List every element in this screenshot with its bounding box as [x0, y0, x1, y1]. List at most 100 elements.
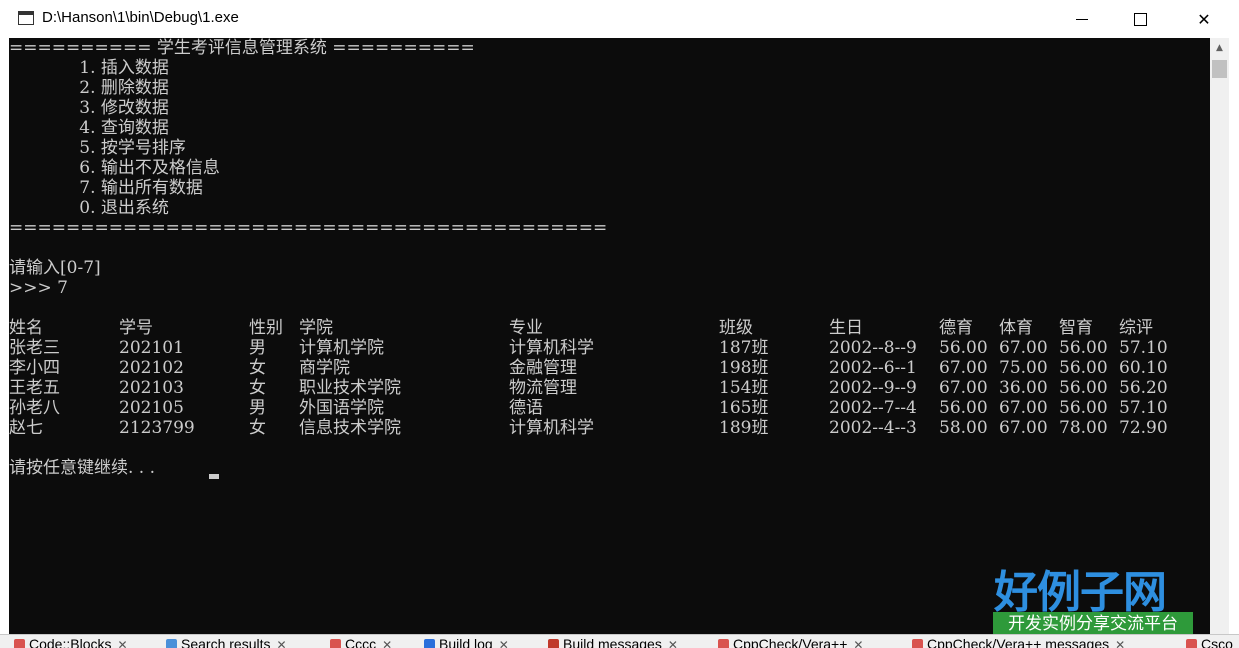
table-cell: 56.00 [1059, 358, 1108, 378]
table-cell: 202105 [119, 398, 184, 418]
table-cell: 57.10 [1119, 398, 1168, 418]
table-cell: 职业技术学院 [299, 378, 401, 398]
table-cell: 202103 [119, 378, 184, 398]
table-cell: 58.00 [939, 418, 988, 438]
table-cell: 计算机科学 [509, 418, 594, 438]
table-cell: 36.00 [999, 378, 1048, 398]
tab-codeblocks[interactable]: Code::Blocks ✕ [14, 636, 128, 648]
menu-item-failing: 6. 输出不及格信息 [9, 158, 220, 178]
table-cell: 198班 [719, 358, 769, 378]
table-cell: 孙老八 [9, 398, 60, 418]
watermark-subtitle: 开发实例分享交流平台 [993, 612, 1193, 636]
minimize-button[interactable] [1053, 0, 1111, 38]
tab-build-messages[interactable]: Build messages ✕ [548, 636, 678, 648]
left-edge [0, 38, 9, 634]
menu-item-exit: 0. 退出系统 [9, 198, 169, 218]
table-cell: 189班 [719, 418, 769, 438]
table-cell: 187班 [719, 338, 769, 358]
table-cell: 赵七 [9, 418, 43, 438]
table-cell: 78.00 [1059, 418, 1108, 438]
table-cell: 女 [249, 358, 266, 378]
menu-item-delete: 2. 删除数据 [9, 78, 169, 98]
table-cell: 60.10 [1119, 358, 1168, 378]
close-icon: ✕ [1197, 9, 1211, 29]
tab-cppcheck-messages[interactable]: CppCheck/Vera++ messages ✕ [912, 636, 1125, 648]
table-cell: 信息技术学院 [299, 418, 401, 438]
table-cell: 2123799 [119, 418, 195, 438]
table-cell: 72.90 [1119, 418, 1168, 438]
table-cell: 67.00 [999, 398, 1048, 418]
tab-search-results[interactable]: Search results ✕ [166, 636, 287, 648]
table-cell: 德语 [509, 398, 543, 418]
input-prompt: 请输入[0-7] [9, 258, 101, 278]
text-cursor [209, 474, 219, 479]
menu-item-insert: 1. 插入数据 [9, 58, 169, 78]
close-button[interactable]: ✕ [1169, 0, 1239, 38]
tab-cscope[interactable]: Csco [1186, 636, 1233, 648]
tab-build-log[interactable]: Build log ✕ [424, 636, 509, 648]
watermark-logo: 好例子网 开发实例分享交流平台 [990, 556, 1196, 636]
table-cell: 56.00 [1059, 338, 1108, 358]
table-cell: 67.00 [939, 378, 988, 398]
table-cell: 2002--4--3 [829, 418, 917, 438]
table-cell: 计算机学院 [299, 338, 384, 358]
console-output[interactable]: ========== 学生考评信息管理系统 ========== 1. 插入数据… [9, 38, 1210, 634]
table-header-cell: 体育 [999, 318, 1033, 338]
table-cell: 67.00 [939, 358, 988, 378]
table-header-cell: 德育 [939, 318, 973, 338]
watermark-title: 好例子网 [994, 567, 1167, 618]
table-header-cell: 综评 [1119, 318, 1153, 338]
table-cell: 56.00 [1059, 398, 1108, 418]
input-line: >>> 7 [9, 278, 68, 298]
table-cell: 67.00 [999, 418, 1048, 438]
table-cell: 202101 [119, 338, 184, 358]
console-app-icon [18, 11, 34, 25]
table-cell: 2002--9--9 [829, 378, 917, 398]
minimize-icon [1076, 18, 1088, 20]
table-cell: 154班 [719, 378, 769, 398]
menu-item-modify: 3. 修改数据 [9, 98, 169, 118]
menu-item-output-all: 7. 输出所有数据 [9, 178, 203, 198]
table-header-cell: 学号 [119, 318, 153, 338]
menu-header: ========== 学生考评信息管理系统 ========== [9, 38, 475, 58]
table-cell: 物流管理 [509, 378, 577, 398]
table-cell: 2002--8--9 [829, 338, 917, 358]
maximize-icon [1133, 12, 1147, 26]
menu-item-query: 4. 查询数据 [9, 118, 169, 138]
scroll-thumb[interactable] [1212, 60, 1227, 78]
table-cell: 李小四 [9, 358, 60, 378]
title-bar: D:\Hanson\1\bin\Debug\1.exe ✕ [0, 0, 1239, 39]
table-cell: 75.00 [999, 358, 1048, 378]
table-cell: 67.00 [999, 338, 1048, 358]
table-cell: 男 [249, 338, 266, 358]
table-cell: 56.00 [939, 338, 988, 358]
window-title: D:\Hanson\1\bin\Debug\1.exe [42, 9, 239, 26]
table-cell: 王老五 [9, 378, 60, 398]
table-cell: 56.00 [1059, 378, 1108, 398]
table-cell: 165班 [719, 398, 769, 418]
table-header-cell: 性别 [249, 318, 283, 338]
table-cell: 2002--6--1 [829, 358, 917, 378]
table-cell: 57.10 [1119, 338, 1168, 358]
table-cell: 女 [249, 418, 266, 438]
table-cell: 56.00 [939, 398, 988, 418]
maximize-button[interactable] [1111, 0, 1169, 38]
table-header-cell: 姓名 [9, 318, 43, 338]
table-cell: 计算机科学 [509, 338, 594, 358]
table-cell: 张老三 [9, 338, 60, 358]
table-cell: 商学院 [299, 358, 350, 378]
vertical-scrollbar[interactable]: ▲ [1210, 38, 1229, 634]
table-cell: 外国语学院 [299, 398, 384, 418]
menu-footer: ========================================… [9, 218, 608, 238]
tab-cccc[interactable]: Cccc ✕ [330, 636, 392, 648]
table-header-cell: 学院 [299, 318, 333, 338]
continue-prompt: 请按任意键继续. . . [9, 458, 156, 478]
tab-cppcheck[interactable]: CppCheck/Vera++ ✕ [718, 636, 863, 648]
table-cell: 2002--7--4 [829, 398, 917, 418]
table-header-cell: 专业 [509, 318, 543, 338]
menu-item-sort: 5. 按学号排序 [9, 138, 186, 158]
table-cell: 金融管理 [509, 358, 577, 378]
table-cell: 56.20 [1119, 378, 1168, 398]
table-header-cell: 班级 [719, 318, 753, 338]
scroll-up-arrow-icon[interactable]: ▲ [1210, 38, 1229, 58]
